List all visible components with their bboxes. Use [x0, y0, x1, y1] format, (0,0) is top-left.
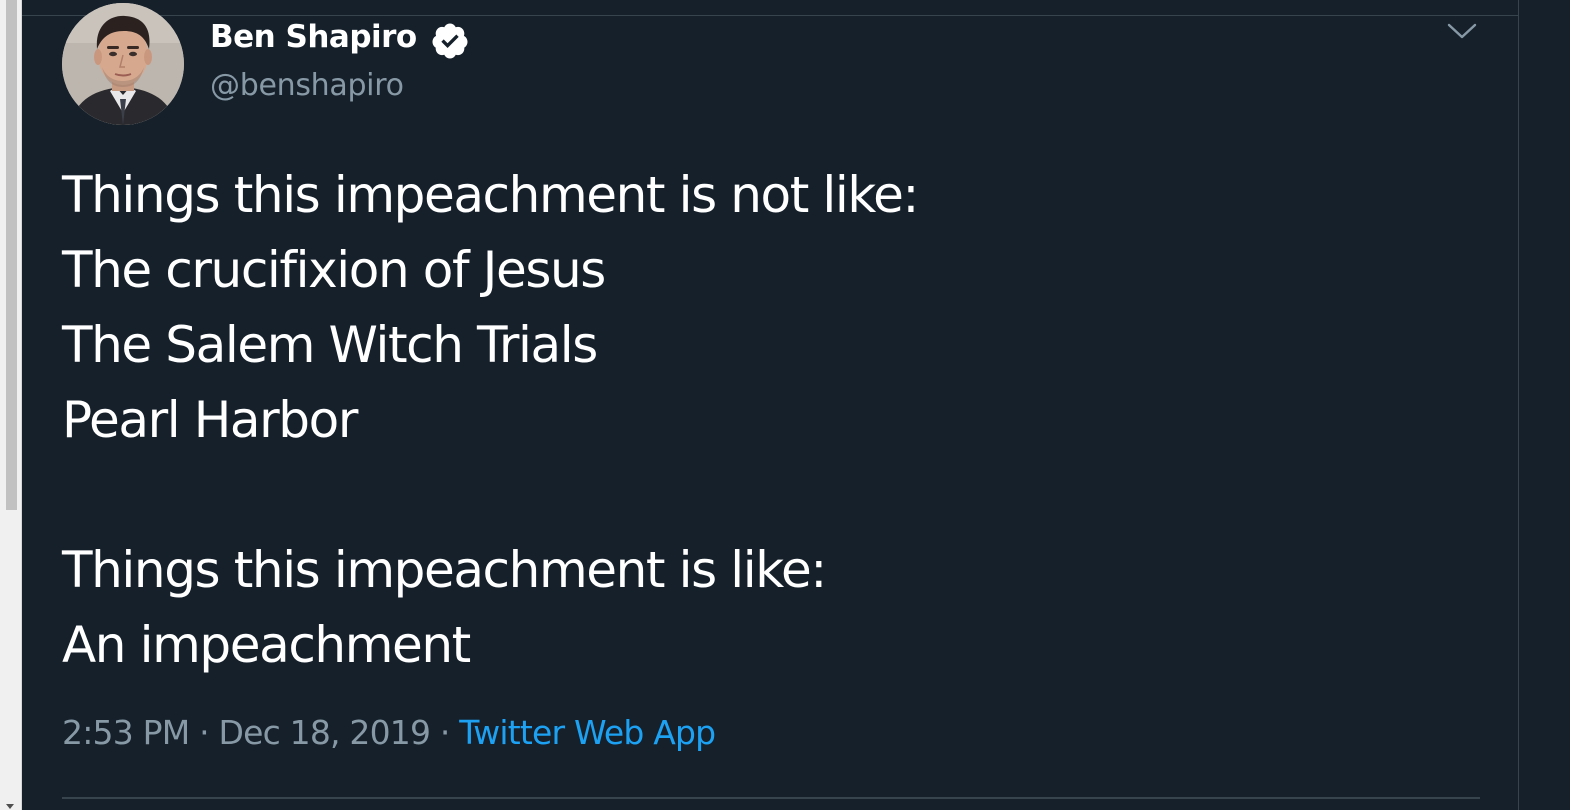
tweet-text-line-blank — [62, 458, 1462, 533]
chevron-down-icon[interactable] — [1446, 20, 1478, 42]
verified-badge-icon — [428, 21, 472, 61]
top-divider — [22, 15, 1519, 16]
tweet-source-link[interactable]: Twitter Web App — [459, 713, 716, 752]
tweet-text-line: Things this impeachment is not like: — [62, 166, 919, 224]
tweet-text-line: Pearl Harbor — [62, 391, 358, 449]
tweet-text-line: Things this impeachment is like: — [62, 541, 827, 599]
scroll-down-arrow-icon[interactable] — [6, 804, 14, 809]
bottom-divider — [62, 797, 1480, 799]
author-display-name[interactable]: Ben Shapiro — [210, 19, 417, 55]
meta-separator: · — [439, 713, 450, 752]
tweet-date[interactable]: Dec 18, 2019 — [218, 713, 431, 752]
avatar[interactable] — [62, 3, 184, 125]
scrollbar-thumb[interactable] — [6, 0, 17, 510]
tweet-text-line: An impeachment — [62, 616, 471, 674]
tweet-text-line: The crucifixion of Jesus — [62, 241, 606, 299]
meta-separator: · — [199, 713, 209, 752]
tweet-time[interactable]: 2:53 PM — [62, 713, 190, 752]
tweet-page: Ben Shapiro @benshapiro Things this impe… — [0, 0, 1570, 810]
tweet-text-line: The Salem Witch Trials — [62, 316, 598, 374]
browser-scrollbar[interactable] — [0, 0, 22, 810]
right-gutter — [1520, 0, 1570, 810]
tweet-text: Things this impeachment is not like: The… — [62, 158, 1462, 683]
author-handle[interactable]: @benshapiro — [210, 68, 404, 103]
avatar-photo — [62, 3, 184, 125]
tweet-meta: 2:53 PM · Dec 18, 2019 · Twitter Web App — [62, 713, 716, 752]
